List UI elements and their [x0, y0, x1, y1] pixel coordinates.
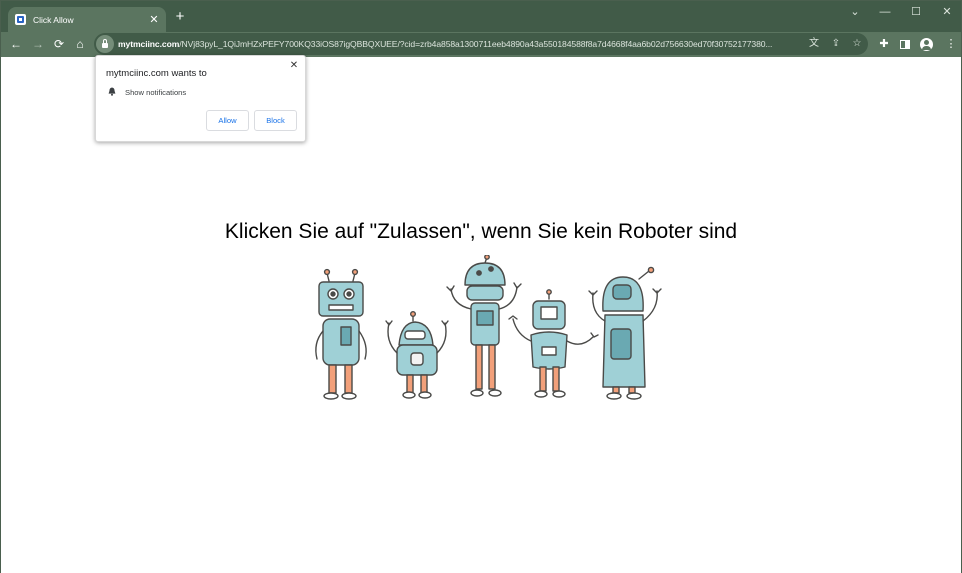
back-button[interactable]: ←: [7, 35, 25, 53]
share-icon[interactable]: ⇪: [828, 36, 844, 52]
bookmark-star-icon[interactable]: ☆: [849, 36, 865, 52]
more-menu-icon[interactable]: ⋮: [943, 36, 959, 52]
robot-3-icon: [446, 255, 522, 397]
browser-window: Click Allow ✕ + ⌄ — ☐ ✕ ← → ⟳ ⌂ mytmciin…: [0, 0, 962, 573]
tab-strip: Click Allow ✕ + ⌄ — ☐ ✕: [1, 1, 961, 32]
side-panel-icon[interactable]: [897, 36, 913, 52]
translate-icon[interactable]: 文: [806, 36, 822, 52]
url-domain: mytmciinc.com: [118, 39, 180, 49]
block-button[interactable]: Block: [254, 110, 297, 131]
extensions-puzzle-icon[interactable]: ✚: [876, 36, 892, 52]
page-heading: Klicken Sie auf "Zulassen", wenn Sie kei…: [224, 220, 738, 243]
popup-close-icon[interactable]: ✕: [289, 61, 299, 71]
permission-label: Show notifications: [125, 88, 187, 97]
reload-button[interactable]: ⟳: [50, 35, 68, 53]
address-bar[interactable]: mytmciinc.com/NVj83pyL_1QiJmHZxPEFY700KQ…: [94, 33, 868, 55]
popup-title: mytmciinc.com wants to: [106, 68, 207, 79]
lock-icon[interactable]: [96, 35, 114, 53]
new-tab-button[interactable]: +: [173, 9, 187, 24]
robots-illustration: [315, 255, 662, 400]
tab-search-chevron-icon[interactable]: ⌄: [841, 4, 869, 20]
maximize-button[interactable]: ☐: [902, 4, 930, 20]
robot-4-icon: [508, 289, 599, 398]
robot-2-icon: [385, 311, 449, 399]
forward-button[interactable]: →: [29, 35, 47, 53]
toolbar: ← → ⟳ ⌂ mytmciinc.com/NVj83pyL_1QiJmHZxP…: [1, 32, 961, 57]
tab-close-icon[interactable]: ✕: [148, 14, 160, 26]
allow-button[interactable]: Allow: [206, 110, 249, 131]
url-path: /NVj83pyL_1QiJmHZxPEFY700KQ33iOS87igQBBQ…: [179, 39, 773, 49]
minimize-button[interactable]: —: [871, 4, 899, 20]
notification-permission-popup: mytmciinc.com wants to ✕ Show notificati…: [95, 55, 306, 142]
bell-icon: [108, 87, 116, 96]
profile-avatar-icon[interactable]: [918, 36, 934, 52]
robot-5-icon: [588, 266, 662, 400]
url-text[interactable]: mytmciinc.com/NVj83pyL_1QiJmHZxPEFY700KQ…: [118, 39, 808, 49]
tab-click-allow[interactable]: Click Allow ✕: [8, 7, 166, 32]
tab-title: Click Allow: [33, 14, 74, 25]
robot-1-icon: [315, 268, 367, 400]
page-favicon-icon: [15, 14, 26, 25]
home-button[interactable]: ⌂: [71, 35, 89, 53]
close-window-button[interactable]: ✕: [933, 4, 961, 20]
